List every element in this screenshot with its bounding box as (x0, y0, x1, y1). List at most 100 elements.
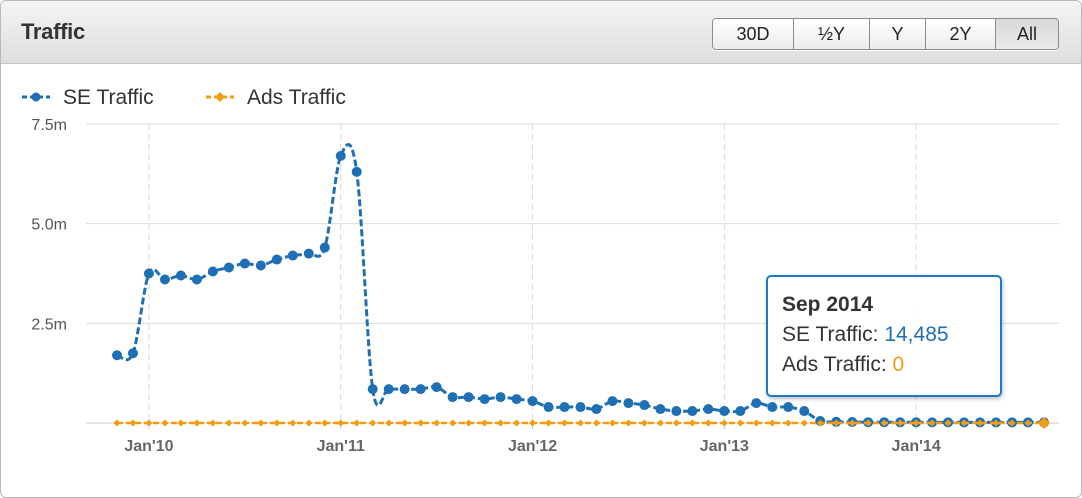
se-traffic-point[interactable] (255, 260, 266, 271)
se-traffic-point[interactable] (591, 404, 602, 415)
se-traffic-point[interactable] (479, 394, 490, 405)
ads-traffic-point[interactable] (337, 419, 345, 427)
se-traffic-point[interactable] (159, 274, 170, 285)
se-traffic-point[interactable] (703, 404, 714, 415)
se-traffic-point[interactable] (367, 384, 378, 395)
ads-traffic-point[interactable] (465, 419, 473, 427)
se-traffic-point[interactable] (767, 402, 778, 413)
ads-traffic-point[interactable] (1038, 417, 1050, 429)
ads-traffic-point[interactable] (656, 419, 664, 427)
ads-traffic-point[interactable] (545, 419, 553, 427)
se-traffic-point[interactable] (431, 382, 442, 393)
ads-traffic-point[interactable] (417, 419, 425, 427)
se-traffic-point[interactable] (351, 166, 362, 177)
se-traffic-point[interactable] (111, 350, 122, 361)
ads-traffic-point[interactable] (385, 419, 393, 427)
se-traffic-point[interactable] (143, 268, 154, 279)
ads-traffic-point[interactable] (161, 419, 169, 427)
ads-traffic-point[interactable] (752, 419, 760, 427)
ads-traffic-point[interactable] (688, 419, 696, 427)
legend-item-ads[interactable]: Ads Traffic (206, 86, 346, 109)
se-traffic-point[interactable] (463, 392, 474, 403)
ads-traffic-point[interactable] (513, 419, 521, 427)
ads-traffic-point[interactable] (257, 419, 265, 427)
ads-traffic-point[interactable] (576, 419, 584, 427)
se-traffic-point[interactable] (719, 406, 730, 417)
ads-traffic-point[interactable] (289, 419, 297, 427)
se-traffic-point[interactable] (383, 384, 394, 395)
range-all-button[interactable]: All (996, 19, 1058, 49)
ads-traffic-point[interactable] (305, 419, 313, 427)
se-traffic-point[interactable] (687, 406, 698, 417)
se-traffic-point[interactable] (559, 402, 570, 413)
se-traffic-point[interactable] (607, 396, 618, 407)
se-traffic-point[interactable] (287, 250, 298, 261)
ads-traffic-point[interactable] (113, 419, 121, 427)
ads-traffic-point[interactable] (592, 419, 600, 427)
ads-traffic-point[interactable] (497, 419, 505, 427)
se-traffic-point[interactable] (415, 384, 426, 395)
ads-traffic-point[interactable] (273, 419, 281, 427)
tooltip-se-value: 14,485 (884, 323, 949, 346)
ads-traffic-point[interactable] (321, 419, 329, 427)
se-traffic-point[interactable] (127, 348, 138, 359)
range-2y-button[interactable]: 2Y (926, 19, 996, 49)
se-traffic-point[interactable] (303, 248, 314, 259)
ads-traffic-point[interactable] (800, 419, 808, 427)
ads-traffic-point[interactable] (401, 419, 409, 427)
ads-traffic-point[interactable] (369, 419, 377, 427)
se-traffic-point[interactable] (623, 398, 634, 409)
ads-traffic-point[interactable] (241, 419, 249, 427)
ads-traffic-point[interactable] (177, 419, 185, 427)
ads-traffic-point[interactable] (353, 419, 361, 427)
legend-item-se[interactable]: SE Traffic (22, 86, 154, 109)
ads-traffic-point[interactable] (736, 419, 744, 427)
ads-traffic-point[interactable] (481, 419, 489, 427)
ads-traffic-point[interactable] (529, 419, 537, 427)
se-traffic-point[interactable] (655, 404, 666, 415)
ads-traffic-point[interactable] (672, 419, 680, 427)
ads-traffic-point[interactable] (209, 419, 217, 427)
se-traffic-point[interactable] (575, 402, 586, 413)
ads-traffic-point[interactable] (640, 419, 648, 427)
se-traffic-point[interactable] (175, 270, 186, 281)
se-traffic-point[interactable] (799, 406, 810, 417)
se-traffic-point[interactable] (527, 396, 538, 407)
se-traffic-point[interactable] (495, 392, 506, 403)
ads-traffic-point[interactable] (129, 419, 137, 427)
se-traffic-point[interactable] (191, 274, 202, 285)
ads-traffic-point[interactable] (449, 419, 457, 427)
ads-traffic-point[interactable] (768, 419, 776, 427)
se-traffic-point[interactable] (207, 266, 218, 277)
se-traffic-point[interactable] (271, 254, 282, 265)
ads-traffic-point[interactable] (561, 419, 569, 427)
se-traffic-point[interactable] (671, 406, 682, 417)
se-traffic-point[interactable] (399, 384, 410, 395)
range-year-button[interactable]: Y (870, 19, 926, 49)
se-traffic-point[interactable] (751, 398, 762, 409)
range-30d-button[interactable]: 30D (713, 19, 794, 49)
se-traffic-point[interactable] (783, 402, 794, 413)
ads-traffic-point[interactable] (608, 419, 616, 427)
tooltip-se-label: SE Traffic: (782, 323, 885, 346)
range-half-year-button[interactable]: ½Y (794, 19, 870, 49)
ads-traffic-point[interactable] (720, 419, 728, 427)
ads-traffic-point[interactable] (784, 419, 792, 427)
se-traffic-point[interactable] (319, 242, 330, 253)
se-traffic-point[interactable] (335, 150, 346, 161)
se-traffic-point[interactable] (735, 406, 746, 417)
se-traffic-point[interactable] (543, 402, 554, 413)
ads-traffic-point[interactable] (624, 419, 632, 427)
se-traffic-point[interactable] (223, 262, 234, 273)
ads-traffic-point[interactable] (145, 419, 153, 427)
se-traffic-point[interactable] (639, 400, 650, 411)
ads-traffic-point[interactable] (225, 419, 233, 427)
ads-traffic-point[interactable] (193, 419, 201, 427)
x-tick-label: Jan'13 (700, 438, 749, 455)
range-selector: 30D ½Y Y 2Y All (712, 18, 1059, 50)
se-traffic-point[interactable] (239, 258, 250, 269)
se-traffic-point[interactable] (447, 392, 458, 403)
se-traffic-point[interactable] (511, 394, 522, 405)
ads-traffic-point[interactable] (704, 419, 712, 427)
ads-traffic-point[interactable] (433, 419, 441, 427)
